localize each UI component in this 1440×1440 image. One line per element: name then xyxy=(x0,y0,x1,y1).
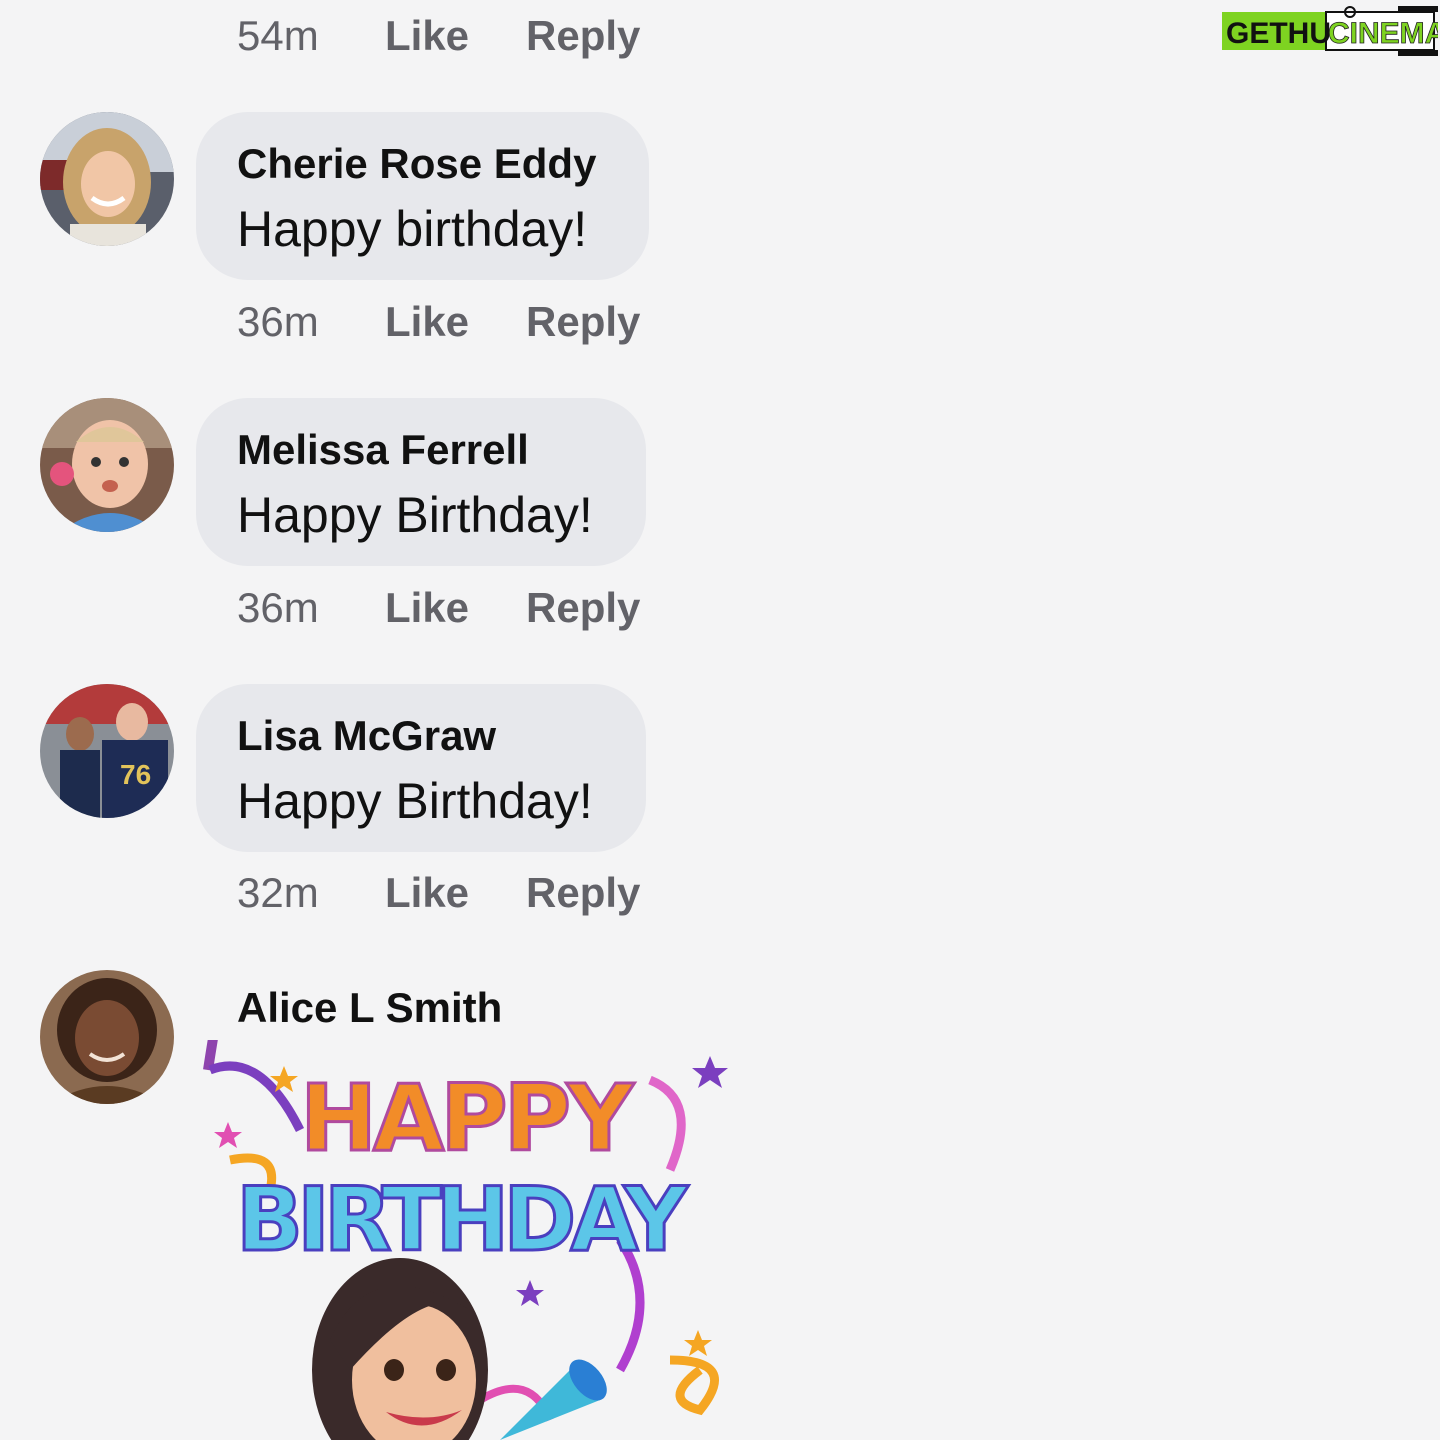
happy-birthday-sticker[interactable]: HAPPY BIRTHDAY xyxy=(200,1040,760,1440)
commenter-name[interactable]: Melissa Ferrell xyxy=(237,426,529,474)
comment-actions: 32m Like Reply xyxy=(237,869,640,917)
comment-actions: 36m Like Reply xyxy=(237,298,640,346)
comment-bubble: Lisa McGraw Happy Birthday! xyxy=(196,684,646,852)
comment-bubble: Cherie Rose Eddy Happy birthday! xyxy=(196,112,649,280)
like-button[interactable]: Like xyxy=(385,298,526,346)
comment-timestamp: 36m xyxy=(237,298,319,345)
comment-text: Happy Birthday! xyxy=(237,487,593,543)
avatar[interactable] xyxy=(40,112,174,246)
comment-actions: 36m Like Reply xyxy=(237,584,640,632)
avatar[interactable] xyxy=(40,970,174,1104)
comment-timestamp: 36m xyxy=(237,584,319,631)
like-button[interactable]: Like xyxy=(385,12,526,60)
reply-button[interactable]: Reply xyxy=(526,298,640,346)
commenter-name[interactable]: Lisa McGraw xyxy=(237,712,496,760)
commenter-name[interactable]: Alice L Smith xyxy=(237,984,502,1032)
avatar[interactable] xyxy=(40,398,174,532)
reply-button[interactable]: Reply xyxy=(526,869,640,917)
comment-actions: 54m Like Reply xyxy=(237,12,640,60)
reply-button[interactable]: Reply xyxy=(526,584,640,632)
like-button[interactable]: Like xyxy=(385,869,526,917)
sticker-line2: BIRTHDAY xyxy=(236,1168,689,1271)
comment-bubble: Melissa Ferrell Happy Birthday! xyxy=(196,398,646,566)
commenter-name[interactable]: Cherie Rose Eddy xyxy=(237,140,596,188)
svg-text:76: 76 xyxy=(120,759,151,790)
watermark-right-text: CINEMA xyxy=(1328,17,1438,50)
watermark-left-text: GETHU xyxy=(1226,17,1331,50)
sticker-line1: HAPPY xyxy=(300,1065,635,1172)
like-button[interactable]: Like xyxy=(385,584,526,632)
reply-button[interactable]: Reply xyxy=(526,12,640,60)
comment-timestamp: 54m xyxy=(237,12,319,59)
gethu-cinema-watermark: GETHU CINEMA xyxy=(1222,6,1438,56)
avatar[interactable]: 76 xyxy=(40,684,174,818)
comment-text: Happy birthday! xyxy=(237,201,588,257)
comment-timestamp: 32m xyxy=(237,869,319,916)
comment-text: Happy Birthday! xyxy=(237,773,593,829)
